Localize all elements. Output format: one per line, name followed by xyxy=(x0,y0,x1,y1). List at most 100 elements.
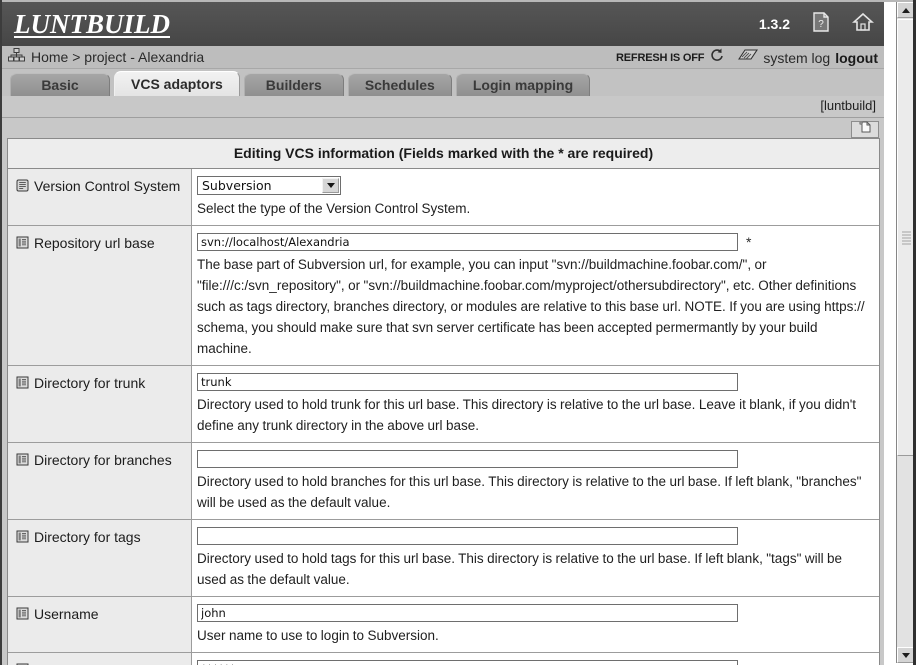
row-field-cell: Directory used to hold tags for this url… xyxy=(192,520,879,596)
tab-builders[interactable]: Builders xyxy=(243,73,344,96)
directory-for-trunk-input[interactable] xyxy=(197,373,738,391)
scroll-down-button[interactable] xyxy=(897,647,914,663)
row-field-cell xyxy=(192,653,879,665)
repository-url-base-input[interactable] xyxy=(197,233,738,251)
control-line xyxy=(197,604,873,622)
header-right-group: 1.3.2 ? xyxy=(758,2,875,46)
form-row-directory-for-trunk: Directory for trunk Directory used to ho… xyxy=(8,366,879,443)
row-description: Select the type of the Version Control S… xyxy=(197,201,471,216)
tab-schedules[interactable]: Schedules xyxy=(347,73,452,96)
row-description: Directory used to hold trunk for this ur… xyxy=(197,397,857,433)
version-control-system-select[interactable]: Subversion xyxy=(197,176,341,195)
form-row-directory-for-branches: Directory for branches Directory used to… xyxy=(8,443,879,520)
text-field-icon xyxy=(16,604,29,625)
form-row-repository-url-base: Repository url base * The base part of S… xyxy=(8,226,879,366)
app-logo[interactable]: LUNTBUILD xyxy=(14,9,170,40)
required-marker: * xyxy=(746,234,752,250)
control-line xyxy=(197,450,873,468)
row-field-cell: * The base part of Subversion url, for e… xyxy=(192,226,879,365)
row-label: Username xyxy=(34,606,99,622)
control-line xyxy=(197,660,873,665)
row-field-cell: Subversion Select the type of the Versio… xyxy=(192,169,879,225)
refresh-icon[interactable] xyxy=(709,47,725,68)
chevron-down-icon[interactable] xyxy=(322,178,339,193)
row-field-cell: Directory used to hold trunk for this ur… xyxy=(192,366,879,442)
svg-text:?: ? xyxy=(818,19,824,30)
row-description: User name to use to login to Subversion. xyxy=(197,628,439,643)
tab-label: Basic xyxy=(41,77,79,93)
luntbuild-window: LUNTBUILD 1.3.2 ? Home > project - Alexa… xyxy=(0,0,916,665)
tab-label: Login mapping xyxy=(472,77,574,93)
tab-basic[interactable]: Basic xyxy=(10,73,110,96)
system-log-link[interactable]: system log xyxy=(763,50,830,66)
system-log-icon[interactable] xyxy=(738,48,759,68)
row-label-cell: Directory for tags xyxy=(8,520,192,596)
app-header: LUNTBUILD 1.3.2 ? xyxy=(2,2,884,46)
row-label-cell: Password xyxy=(8,653,192,665)
form-title: Editing VCS information (Fields marked w… xyxy=(8,139,879,169)
scroll-up-arrow-icon xyxy=(901,7,910,13)
vertical-scrollbar[interactable] xyxy=(896,2,914,663)
owner-label: [luntbuild] xyxy=(820,98,876,113)
row-description: Directory used to hold tags for this url… xyxy=(197,551,843,587)
row-label: Repository url base xyxy=(34,235,155,251)
page-viewport: LUNTBUILD 1.3.2 ? Home > project - Alexa… xyxy=(2,2,884,665)
sitemap-icon xyxy=(8,47,25,67)
scroll-up-button[interactable] xyxy=(897,2,914,18)
vcs-form-table: Editing VCS information (Fields marked w… xyxy=(7,138,880,665)
control-line xyxy=(197,373,873,391)
select-field-icon xyxy=(16,176,29,197)
select-value: Subversion xyxy=(202,178,272,193)
password-input[interactable] xyxy=(197,660,738,665)
tab-login-mapping[interactable]: Login mapping xyxy=(455,73,591,96)
row-field-cell: Directory used to hold branches for this… xyxy=(192,443,879,519)
form-row-version-control-system: Version Control System Subversion Select… xyxy=(8,169,879,226)
tab-vcs-adaptors[interactable]: VCS adaptors xyxy=(114,71,240,96)
text-field-icon xyxy=(16,450,29,471)
row-description: Directory used to hold branches for this… xyxy=(197,474,862,510)
logout-link[interactable]: logout xyxy=(835,50,878,66)
row-label: Directory for tags xyxy=(34,529,141,545)
tab-label: Schedules xyxy=(364,77,435,93)
new-adaptor-button[interactable] xyxy=(851,121,879,138)
text-field-icon xyxy=(16,233,29,254)
form-row-directory-for-tags: Directory for tags Directory used to hol… xyxy=(8,520,879,597)
content-panel: Editing VCS information (Fields marked w… xyxy=(2,118,884,665)
directory-for-branches-input[interactable] xyxy=(197,450,738,468)
breadcrumb-bar: Home > project - Alexandria REFRESH IS O… xyxy=(2,46,884,69)
scroll-down-arrow-icon xyxy=(901,652,910,658)
breadcrumb-text[interactable]: Home > project - Alexandria xyxy=(31,49,204,65)
version-label: 1.3.2 xyxy=(758,16,790,32)
text-field-icon xyxy=(16,527,29,548)
directory-for-tags-input[interactable] xyxy=(197,527,738,545)
tab-label: Builders xyxy=(265,77,322,93)
form-row-username: Username User name to use to login to Su… xyxy=(8,597,879,653)
control-line: Subversion xyxy=(197,176,873,195)
breadcrumb: Home > project - Alexandria xyxy=(8,47,204,67)
row-description: The base part of Subversion url, for exa… xyxy=(197,257,865,356)
tab-bar: Basic VCS adaptors Builders Schedules Lo… xyxy=(2,69,884,96)
row-label-cell: Repository url base xyxy=(8,226,192,365)
new-document-icon xyxy=(858,120,873,139)
row-label-cell: Directory for trunk xyxy=(8,366,192,442)
row-label-cell: Username xyxy=(8,597,192,652)
home-icon[interactable] xyxy=(851,12,875,37)
help-document-icon[interactable]: ? xyxy=(812,11,830,37)
row-label: Directory for trunk xyxy=(34,375,146,391)
scrollbar-thumb[interactable] xyxy=(897,19,914,456)
scrollbar-grip-icon xyxy=(902,231,911,244)
breadcrumb-actions: REFRESH IS OFF system log logout xyxy=(616,46,878,69)
text-field-icon xyxy=(16,660,29,665)
row-field-cell: User name to use to login to Subversion. xyxy=(192,597,879,652)
form-row-password: Password xyxy=(8,653,879,665)
row-label: Password xyxy=(34,660,95,665)
row-label: Directory for branches xyxy=(34,452,172,468)
username-input[interactable] xyxy=(197,604,738,622)
control-line: * xyxy=(197,233,873,251)
panel-toolbar xyxy=(7,121,880,138)
row-label-cell: Version Control System xyxy=(8,169,192,225)
text-field-icon xyxy=(16,373,29,394)
row-label: Version Control System xyxy=(34,178,181,194)
row-label-cell: Directory for branches xyxy=(8,443,192,519)
refresh-status-label: REFRESH IS OFF xyxy=(616,51,705,64)
